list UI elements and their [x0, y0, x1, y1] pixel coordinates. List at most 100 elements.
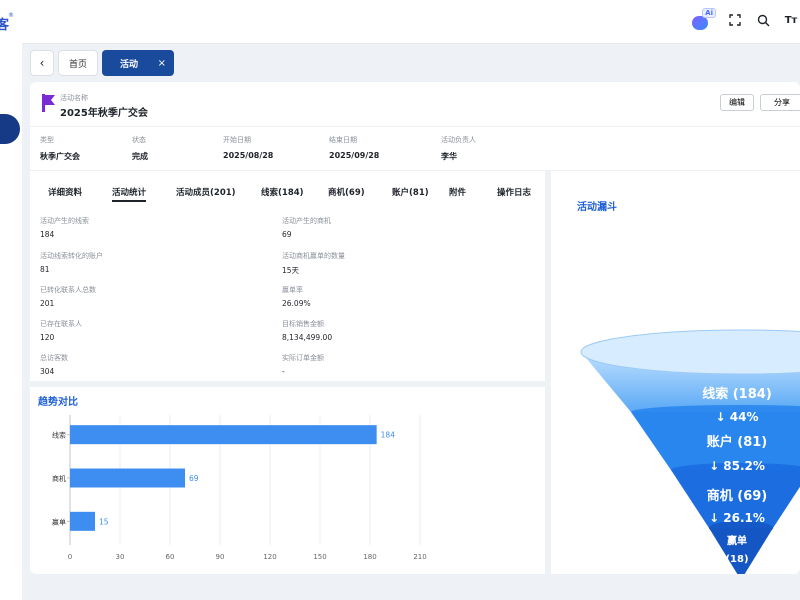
sidebar: 客 ®	[0, 0, 22, 600]
subtab-activity-stats[interactable]: 活动统计	[112, 186, 147, 202]
subtab-members[interactable]: 活动成员(201)	[176, 186, 261, 202]
subtab-opportunities[interactable]: 商机(69)	[328, 186, 392, 202]
funnel-level	[709, 528, 773, 574]
stat-win-rate: 赢单率 26.09%	[282, 285, 311, 308]
stat-converted-contacts: 已转化联系人总数 201	[40, 285, 96, 308]
x-tick-label: 120	[263, 553, 276, 561]
activity-name: 2025年秋季广交会	[60, 108, 148, 119]
meta-end-date: 结束日期 2025/09/28	[329, 135, 379, 160]
subtab-leads[interactable]: 线索(184)	[261, 186, 328, 202]
subtab-operation-log[interactable]: 操作日志	[497, 186, 531, 202]
stat-label: 活动商机赢单的数量	[282, 252, 345, 260]
ai-tag: Ai	[702, 8, 716, 18]
subtab-accounts[interactable]: 账户(81)	[392, 186, 449, 202]
subtab-details[interactable]: 详细资料	[48, 186, 112, 202]
data-label: 69	[189, 474, 199, 483]
x-tick-label: 210	[413, 553, 426, 561]
stat-value: 304	[40, 367, 55, 376]
data-label: 15	[99, 517, 109, 526]
x-tick-label: 150	[313, 553, 326, 561]
funnel-count: (18)	[725, 554, 748, 565]
meta-owner-label: 活动负责人	[441, 136, 476, 144]
x-tick-label: 30	[116, 553, 125, 561]
funnel-label: 商机 (69)	[707, 488, 768, 504]
category-label: 商机	[52, 474, 66, 483]
funnel-conversion-rate: ↓ 44%	[716, 410, 759, 424]
subtab-bar: 详细资料 活动统计 活动成员(201) 线索(184) 商机(69) 账户(81…	[48, 186, 531, 202]
stat-value: 15天	[282, 266, 300, 275]
data-label: 184	[381, 431, 396, 440]
stat-value: -	[282, 367, 285, 376]
edit-button[interactable]: 编辑	[720, 94, 754, 111]
stat-existing-contacts: 已存在联系人 120	[40, 319, 82, 342]
funnel-conversion-rate: ↓ 85.2%	[709, 459, 765, 473]
font-size-icon[interactable]: Tт	[782, 11, 800, 29]
stat-value: 81	[40, 265, 50, 274]
x-tick-label: 0	[68, 553, 72, 561]
meta-end-label: 结束日期	[329, 136, 357, 144]
sidebar-active-item[interactable]	[0, 114, 20, 144]
stat-value: 69	[282, 230, 292, 239]
meta-type-value: 秋季广交会	[40, 152, 80, 161]
meta-start-value: 2025/08/28	[223, 151, 274, 160]
bar	[70, 468, 185, 488]
funnel-label: 账户 (81)	[707, 434, 768, 450]
back-button[interactable]: ‹	[30, 50, 54, 76]
stat-label: 赢单率	[282, 286, 303, 294]
activity-header: 活动名称 2025年秋季广交会 编辑 分享	[38, 90, 800, 124]
ai-assistant-icon[interactable]: Ai	[690, 8, 716, 32]
category-label: 线索	[52, 431, 66, 440]
stat-value: 8,134,499.00	[282, 333, 333, 342]
stat-value: 184	[40, 230, 55, 239]
stat-leads: 活动产生的线索 184	[40, 216, 89, 239]
stat-value: 26.09%	[282, 299, 311, 308]
funnel-label: 线索 (184)	[702, 386, 772, 402]
stat-label: 已存在联系人	[40, 320, 82, 328]
tab-activity[interactable]: 活动 ×	[102, 50, 175, 76]
meta-type: 类型 秋季广交会	[40, 135, 80, 162]
tab-activity-label: 活动	[120, 59, 139, 70]
top-bar: Ai Tт	[22, 0, 800, 44]
meta-status-value: 完成	[132, 152, 148, 161]
tab-home[interactable]: 首页	[58, 50, 99, 76]
trend-bar-chart: 0 30 60 90 120 150 180 210 线索 184 商机 69 赢单 15	[52, 415, 427, 561]
stat-label: 目标销售金额	[282, 320, 324, 328]
funnel-panel: 活动漏斗 线索 (184) ↓ 44% 账户 (81) ↓ 85.2% 商机 (69) ↓…	[545, 170, 800, 574]
activity-detail-card: 活动名称 2025年秋季广交会 编辑 分享 类型 秋季广交会 状态 完成 开始日…	[30, 82, 800, 574]
activity-flag-icon	[42, 94, 55, 112]
trend-title: 趋势对比	[38, 397, 78, 408]
top-bar-actions: Ai Tт	[690, 8, 800, 32]
fullscreen-icon[interactable]	[726, 11, 744, 29]
x-tick-label: 180	[363, 553, 376, 561]
activity-meta: 类型 秋季广交会 状态 完成 开始日期 2025/08/28 结束日期 2025…	[30, 126, 800, 170]
meta-owner-value: 李华	[441, 152, 457, 161]
bar	[70, 425, 377, 445]
stat-value: 120	[40, 333, 55, 342]
stat-total-visitors: 总访客数 304	[40, 353, 68, 376]
stat-label: 已转化联系人总数	[40, 286, 96, 294]
meta-start-label: 开始日期	[223, 136, 251, 144]
search-icon[interactable]	[754, 11, 772, 29]
stat-value: 201	[40, 299, 55, 308]
funnel-conversion-rate: ↓ 26.1%	[709, 511, 765, 525]
app-logo[interactable]: 客 ®	[0, 12, 20, 36]
registered-mark: ®	[8, 12, 14, 19]
stat-label: 活动线索转化的账户	[40, 252, 103, 260]
close-tab-icon[interactable]: ×	[158, 58, 166, 69]
meta-status: 状态 完成	[132, 135, 148, 162]
meta-start-date: 开始日期 2025/08/28	[223, 135, 273, 160]
trend-chart-section: 趋势对比 0 30 60 90 120 150 180 210 线索 184 商机 69 赢单 15	[30, 381, 545, 574]
meta-type-label: 类型	[40, 136, 54, 144]
meta-end-value: 2025/09/28	[329, 151, 380, 160]
stat-label: 总访客数	[40, 354, 68, 362]
activity-name-label: 活动名称	[60, 94, 88, 102]
meta-status-label: 状态	[132, 136, 146, 144]
share-button[interactable]: 分享	[760, 94, 800, 111]
stat-won-count: 活动商机赢单的数量 15天	[282, 251, 345, 276]
stat-converted-accounts: 活动线索转化的账户 81	[40, 251, 103, 274]
subtab-attachments[interactable]: 附件	[449, 186, 497, 202]
activity-funnel-chart: 线索 (184) ↓ 44% 账户 (81) ↓ 85.2% 商机 (69) ↓ 26.1…	[580, 329, 800, 574]
tab-strip: ‹ 首页 活动 ×	[30, 48, 800, 78]
stat-label: 实际订单金额	[282, 354, 324, 362]
funnel-label: 赢单	[727, 534, 747, 547]
